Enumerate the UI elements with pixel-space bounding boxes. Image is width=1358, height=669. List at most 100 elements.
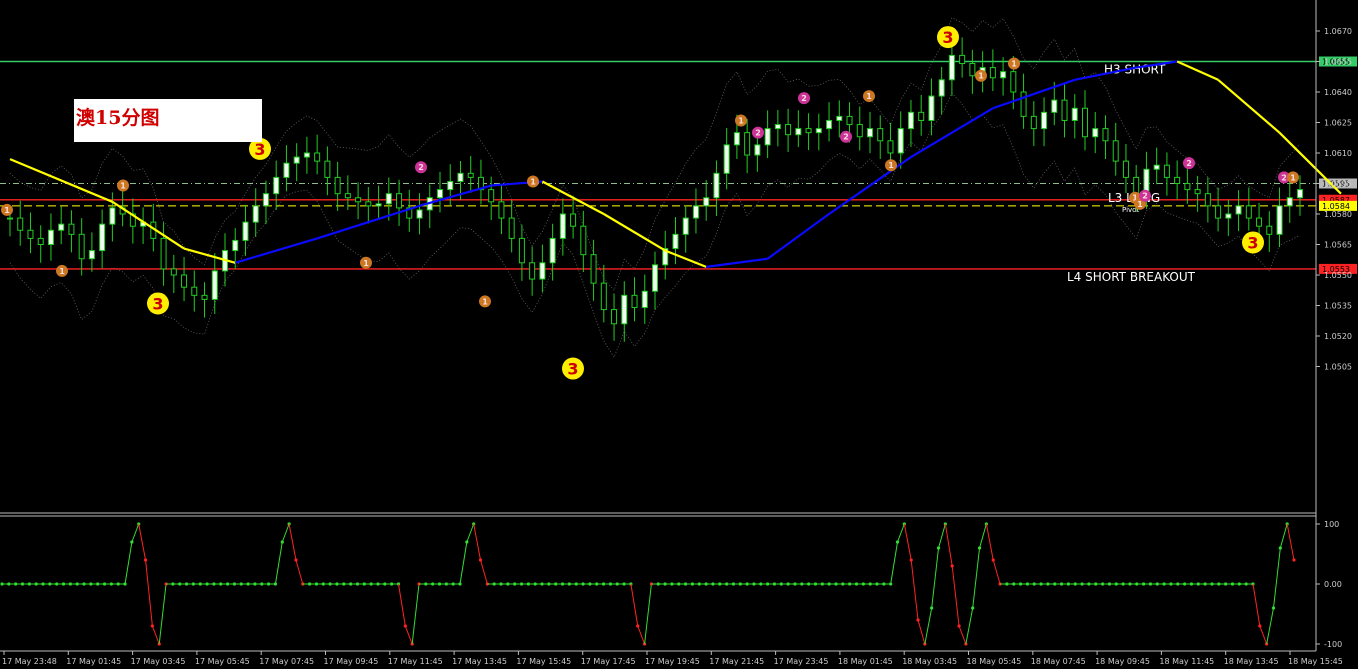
osc-segment: [466, 523, 475, 543]
candle-body: [78, 233, 85, 260]
candle-body: [467, 172, 474, 178]
candle-body: [324, 160, 331, 178]
candle-body: [109, 207, 116, 225]
y-tick-label: 1.0505: [1324, 363, 1352, 372]
x-tick-label: 17 May 01:45: [66, 657, 121, 666]
osc-segment: [131, 523, 140, 543]
ma-segment: [766, 213, 830, 260]
ma-segment: [419, 184, 492, 207]
signal-label: 1: [120, 182, 126, 191]
candle-body: [877, 128, 884, 142]
candle-body: [1297, 189, 1303, 199]
candle-body: [416, 209, 423, 219]
candle-body: [1184, 183, 1191, 191]
candles: [7, 37, 1303, 342]
osc-segment: [404, 625, 413, 645]
candle-body: [1122, 160, 1129, 178]
x-tick-label: 17 May 05:45: [195, 657, 250, 666]
candle-body: [7, 217, 13, 220]
osc-segment: [480, 559, 488, 585]
osc-segment: [944, 523, 953, 567]
osc-segment: [411, 583, 420, 645]
y-tick-label: 1.0655: [1324, 58, 1352, 67]
signal-label: 3: [254, 140, 265, 159]
candle-body: [703, 197, 710, 207]
candle-body: [17, 217, 24, 231]
candle-body: [692, 205, 699, 219]
candle-body: [631, 294, 638, 309]
candle-body: [846, 115, 853, 126]
signal-label: 1: [4, 206, 10, 215]
chart-title-box: 澳15分图: [74, 99, 262, 142]
candle-body: [1010, 71, 1017, 93]
candle-body: [27, 229, 34, 239]
signal-label: 2: [1281, 173, 1287, 182]
ma-segment: [111, 200, 185, 250]
candle-body: [1286, 197, 1293, 207]
osc-segment: [951, 565, 960, 627]
candle-body: [47, 229, 54, 245]
osc-segment: [1286, 523, 1295, 561]
candle-body: [795, 128, 802, 136]
signal-label: 2: [755, 129, 761, 138]
candle-body: [1041, 111, 1048, 130]
candle-body: [252, 205, 259, 223]
y-tick-label: 1.0670: [1324, 27, 1352, 36]
candle-body: [1092, 128, 1099, 138]
candle-body: [1112, 140, 1119, 162]
osc-y-tick-label: -100: [1324, 640, 1342, 649]
candle-body: [37, 237, 44, 245]
candle-body: [641, 290, 648, 309]
osc-segment: [158, 583, 167, 645]
x-tick-label: 18 May 05:45: [967, 657, 1022, 666]
candle-body: [1030, 115, 1037, 130]
signal-label: 2: [1186, 159, 1192, 168]
candle-body: [539, 262, 546, 280]
signal-label: 3: [942, 28, 953, 47]
osc-segment: [985, 523, 994, 561]
x-tick-label: 17 May 23:45: [774, 657, 829, 666]
upper-band: [9, 17, 1301, 292]
osc-segment: [979, 523, 987, 549]
chart-title: 澳15分图: [76, 107, 160, 129]
candle-body: [682, 217, 689, 235]
x-tick-label: 18 May 11:45: [1159, 657, 1214, 666]
x-tick-label: 18 May 13:45: [1224, 657, 1279, 666]
candle-body: [1266, 225, 1273, 235]
x-tick-label: 17 May 13:45: [452, 657, 507, 666]
candle-body: [652, 264, 658, 292]
candle-body: [1163, 164, 1170, 178]
signal-label: 1: [482, 297, 488, 306]
osc-y-tick-label: 100: [1324, 520, 1339, 529]
candle-body: [201, 294, 208, 300]
y-tick-label: 1.0580: [1324, 210, 1352, 219]
candle-body: [815, 128, 822, 134]
candle-body: [232, 239, 239, 252]
signal-label: 1: [1290, 173, 1296, 182]
candle-body: [529, 262, 536, 280]
osc-segment: [965, 607, 974, 645]
oscillator: [0, 522, 1296, 646]
signal-label: 1: [738, 116, 744, 125]
osc-segment: [459, 541, 468, 585]
ma-segment: [9, 158, 113, 203]
x-tick-label: 18 May 03:45: [902, 657, 957, 666]
x-tick-label: 18 May 07:45: [1031, 657, 1086, 666]
candle-body: [856, 124, 863, 138]
candle-body: [303, 152, 310, 158]
candle-body: [88, 250, 95, 260]
candle-body: [498, 201, 505, 219]
osc-segment: [1266, 607, 1274, 645]
osc-segment: [897, 523, 905, 543]
signal-label: 2: [801, 94, 807, 103]
candle-body: [68, 223, 75, 235]
osc-segment: [1272, 547, 1281, 609]
y-tick-label: 1.0625: [1324, 119, 1352, 128]
candle-body: [754, 144, 761, 156]
ma-segment: [603, 213, 666, 252]
signal-label: 2: [843, 133, 849, 142]
osc-segment: [644, 583, 652, 645]
signal-label: 3: [1247, 233, 1258, 252]
x-tick-label: 18 May 09:45: [1095, 657, 1150, 666]
candle-body: [918, 111, 925, 121]
